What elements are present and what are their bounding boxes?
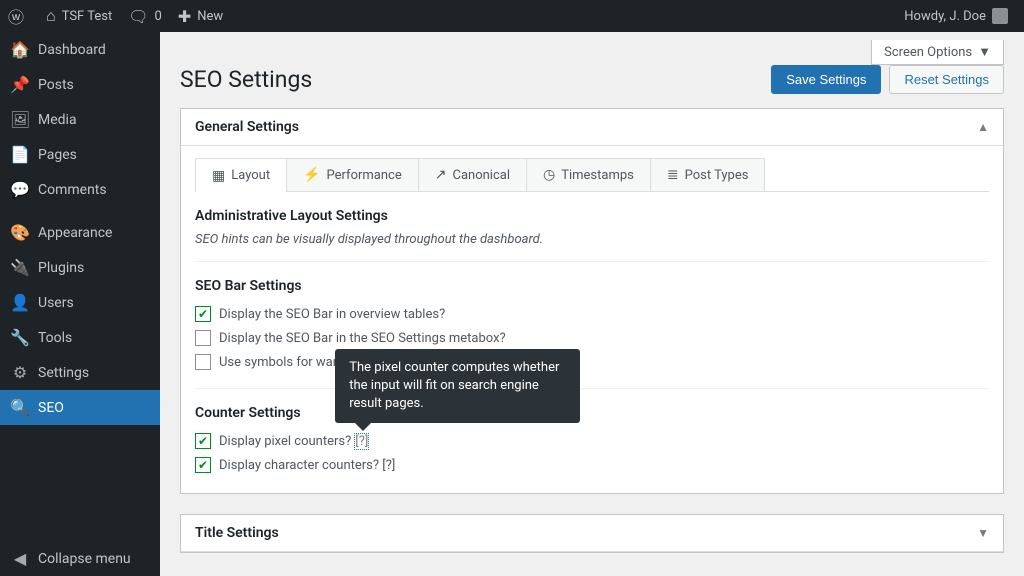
menu-icon: 🔍 [10,398,30,417]
tab-canonical[interactable]: ↗ Canonical [418,158,527,191]
menu-icon: 🔧 [10,328,30,347]
counter-checkbox-1[interactable] [195,457,211,473]
tab-layout[interactable]: ▦ Layout [195,158,287,192]
option-row: Display character counters? [?] [195,453,989,477]
collapse-icon: ◀ [10,549,30,568]
sidebar-item-seo[interactable]: 🔍 SEO [0,390,160,425]
tab-icon: ▦ [212,168,225,184]
sidebar-item-comments[interactable]: 💬 Comments [0,172,160,207]
general-settings-metabox: General Settings ▲ ▦ Layout ⚡ Performance ↗ C… [180,108,1004,494]
title-settings-metabox: Title Settings ▼ [180,514,1004,553]
menu-icon: ⚙ [10,363,30,382]
sidebar-item-media[interactable]: 🖼 Media [0,102,160,137]
tab-label: Timestamps [561,168,634,183]
option-row: Display the SEO Bar in the SEO Settings … [195,326,989,350]
sidebar-item-pages[interactable]: 📄 Pages [0,137,160,172]
tab-label: Canonical [452,168,510,183]
main-content: Screen Options▼ SEO Settings Save Settin… [160,32,1024,576]
menu-label: Plugins [38,260,84,276]
screen-options-toggle[interactable]: Screen Options▼ [871,40,1004,65]
admin-sidebar: 🏠 Dashboard 📌 Posts 🖼 Media 📄 Pages 💬 Comments 🎨 Ap… [0,32,160,576]
home-icon: ⌂ [46,6,56,26]
option-row: Display pixel counters? [?] [195,429,989,453]
menu-label: Dashboard [38,42,106,58]
metabox-title: General Settings [195,119,977,135]
option-row: Use symbols for warnings? [?] [195,350,989,374]
option-row: Display the SEO Bar in overview tables? [195,302,989,326]
new-content-link[interactable]: ✚New [170,0,231,32]
menu-icon: 💬 [10,180,30,199]
collapse-up-icon[interactable]: ▲ [977,120,989,134]
option-label: Display character counters? [?] [219,458,395,473]
save-settings-button[interactable]: Save Settings [771,65,881,94]
sidebar-item-appearance[interactable]: 🎨 Appearance [0,215,160,250]
seo-bar-checkbox-1[interactable] [195,330,211,346]
menu-label: Tools [38,330,72,346]
menu-icon: 🔌 [10,258,30,277]
wp-logo[interactable]: ⓦ [0,0,38,32]
admin-bar: ⓦ ⌂TSF Test 🗨0 ✚New Howdy, J. Doe [0,0,1024,32]
collapse-menu-button[interactable]: ◀ Collapse menu [0,541,160,576]
option-label: Display pixel counters? [219,434,351,449]
sidebar-item-users[interactable]: 👤 Users [0,285,160,320]
menu-label: Users [38,295,74,311]
menu-label: Posts [38,77,74,93]
menu-icon: 📌 [10,75,30,94]
plus-icon: ✚ [178,7,191,26]
option-label: Display the SEO Bar in overview tables? [219,307,445,322]
tab-label: Layout [231,168,270,183]
tab-icon: ≣ [667,167,679,183]
seo-bar-checkbox-0[interactable] [195,306,211,322]
help-icon[interactable]: [?] [355,434,368,449]
sidebar-item-tools[interactable]: 🔧 Tools [0,320,160,355]
menu-label: SEO [38,400,64,416]
section-heading: SEO Bar Settings [195,278,989,294]
comment-icon: 🗨 [128,7,148,26]
tab-icon: ⚡ [303,167,320,183]
metabox-header[interactable]: Title Settings ▼ [181,515,1003,552]
tab-performance[interactable]: ⚡ Performance [286,158,419,191]
expand-down-icon[interactable]: ▼ [977,526,989,540]
tab-label: Performance [327,168,402,183]
page-title: SEO Settings [180,66,763,93]
collapse-label: Collapse menu [38,551,131,567]
sidebar-item-posts[interactable]: 📌 Posts [0,67,160,102]
counter-checkbox-0[interactable] [195,433,211,449]
menu-label: Appearance [38,225,112,241]
section-heading: Administrative Layout Settings [195,208,989,224]
metabox-header[interactable]: General Settings ▲ [181,109,1003,146]
menu-icon: 👤 [10,293,30,312]
tab-icon: ◷ [543,167,555,183]
menu-label: Pages [38,147,77,163]
section-heading: Counter Settings [195,405,989,421]
metabox-title: Title Settings [195,525,977,541]
reset-settings-button[interactable]: Reset Settings [889,65,1004,94]
menu-icon: 🏠 [10,40,30,59]
seo-bar-checkbox-2[interactable] [195,354,211,370]
menu-label: Settings [38,365,89,381]
sidebar-item-settings[interactable]: ⚙ Settings [0,355,160,390]
settings-tabs: ▦ Layout ⚡ Performance ↗ Canonical ◷ Timestamps… [195,158,989,192]
sidebar-item-plugins[interactable]: 🔌 Plugins [0,250,160,285]
section-hint: SEO hints can be visually displayed thro… [195,232,989,247]
tab-post-types[interactable]: ≣ Post Types [650,158,766,191]
menu-icon: 📄 [10,145,30,164]
site-name-link[interactable]: ⌂TSF Test [38,0,120,32]
help-tooltip: The pixel counter computes whether the i… [335,349,580,424]
menu-label: Comments [38,182,107,198]
menu-icon: 🖼 [10,110,30,129]
menu-label: Media [38,112,77,128]
tab-timestamps[interactable]: ◷ Timestamps [526,158,651,191]
sidebar-item-dashboard[interactable]: 🏠 Dashboard [0,32,160,67]
menu-icon: 🎨 [10,223,30,242]
option-label: Display the SEO Bar in the SEO Settings … [219,331,506,346]
comments-link[interactable]: 🗨0 [120,0,170,32]
tab-icon: ↗ [435,167,447,183]
avatar [992,8,1008,24]
account-menu[interactable]: Howdy, J. Doe [896,0,1016,32]
caret-down-icon: ▼ [978,45,991,60]
tab-label: Post Types [685,168,749,183]
